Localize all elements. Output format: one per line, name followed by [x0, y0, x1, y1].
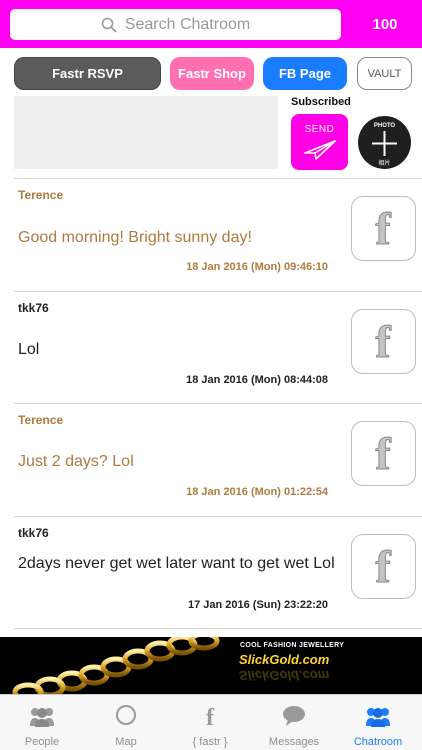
- tab-map[interactable]: Map: [84, 695, 168, 750]
- tab-label: Chatroom: [353, 736, 403, 748]
- fastr-shop-button[interactable]: Fastr Shop: [170, 57, 254, 90]
- tab-label: Map: [115, 736, 137, 748]
- avatar[interactable]: f: [351, 309, 416, 374]
- svg-text:f: f: [206, 705, 215, 728]
- tab-chatroom[interactable]: Chatroom: [336, 695, 420, 750]
- vault-button[interactable]: VAULT: [357, 57, 412, 90]
- svg-text:f: f: [375, 316, 391, 367]
- avatar[interactable]: f: [351, 534, 416, 599]
- chatroom-icon: [366, 708, 390, 727]
- tab-messages[interactable]: Messages: [252, 695, 336, 750]
- search-input[interactable]: Search Chatroom: [10, 9, 341, 40]
- message-item[interactable]: Terence Just 2 days? Lol 18 Jan 2016 (Mo…: [0, 404, 422, 516]
- paper-plane-icon: [304, 140, 336, 160]
- people-icon: [30, 708, 54, 727]
- tab-label: Messages: [268, 736, 320, 748]
- avatar[interactable]: f: [351, 421, 416, 486]
- tab-label: People: [24, 736, 60, 748]
- tab-fastr[interactable]: f { fastr }: [168, 695, 252, 750]
- message-text: Lol: [18, 341, 40, 358]
- fastr-logo-icon: f: [206, 705, 215, 728]
- fastr-logo-icon: f: [375, 541, 392, 593]
- tab-bar: People Map f { fastr } Messages Chatroom: [0, 694, 422, 750]
- message-timestamp: 18 Jan 2016 (Mon) 08:44:08: [186, 374, 328, 386]
- message-timestamp: 18 Jan 2016 (Mon) 01:22:54: [186, 486, 328, 498]
- fastr-logo-icon: f: [375, 316, 392, 368]
- ad-brand: SlickGold.com: [239, 652, 330, 667]
- plus-icon: [372, 131, 397, 156]
- message-username: tkk76: [18, 301, 49, 315]
- online-count: 100: [372, 16, 398, 33]
- svg-text:f: f: [375, 541, 391, 592]
- message-input[interactable]: [14, 96, 278, 169]
- subscribed-label: Subscribed: [291, 96, 351, 108]
- message-item[interactable]: tkk76 2days never get wet later want to …: [0, 517, 422, 629]
- speech-bubble-icon: [283, 706, 305, 726]
- gold-chain-image: [12, 637, 220, 694]
- fastr-logo-icon: f: [375, 428, 392, 480]
- top-bar: Search Chatroom 100: [0, 0, 422, 48]
- send-label: SEND: [304, 124, 335, 135]
- ad-brand-reflection: SlickGold.com: [239, 668, 330, 683]
- message-username: Terence: [18, 413, 64, 427]
- svg-text:f: f: [375, 203, 391, 254]
- svg-text:f: f: [375, 428, 391, 479]
- photo-sublabel: 相片: [378, 161, 391, 167]
- ad-tagline: COOL FASHION JEWELLERY: [240, 642, 345, 649]
- tab-people[interactable]: People: [0, 695, 84, 750]
- message-text: Good morning! Bright sunny day!: [18, 229, 252, 246]
- send-button[interactable]: SEND: [291, 114, 348, 170]
- photo-label: PHOTO: [373, 123, 396, 129]
- ad-banner[interactable]: COOL FASHION JEWELLERY SlickGold.com Sli…: [0, 637, 422, 694]
- message-text: Just 2 days? Lol: [18, 453, 134, 470]
- message-username: tkk76: [18, 526, 49, 540]
- fb-page-button[interactable]: FB Page: [263, 57, 347, 90]
- message-text: 2days never get wet later want to get we…: [18, 555, 335, 572]
- divider: [14, 628, 422, 629]
- search-placeholder: Search Chatroom: [124, 15, 251, 33]
- avatar[interactable]: f: [351, 196, 416, 261]
- message-timestamp: 17 Jan 2016 (Sun) 23:22:20: [187, 599, 328, 611]
- tab-label: { fastr }: [192, 736, 228, 748]
- fastr-logo-icon: f: [375, 203, 392, 255]
- photo-button[interactable]: PHOTO 相片: [358, 116, 411, 169]
- message-item[interactable]: Terence Good morning! Bright sunny day! …: [0, 179, 422, 291]
- message-username: Terence: [18, 188, 64, 202]
- fastr-rsvp-button[interactable]: Fastr RSVP: [14, 57, 161, 90]
- message-timestamp: 18 Jan 2016 (Mon) 09:46:10: [186, 261, 328, 273]
- compass-icon: [116, 705, 136, 725]
- search-icon: [101, 17, 117, 32]
- message-item[interactable]: tkk76 Lol 18 Jan 2016 (Mon) 08:44:08 f: [0, 292, 422, 404]
